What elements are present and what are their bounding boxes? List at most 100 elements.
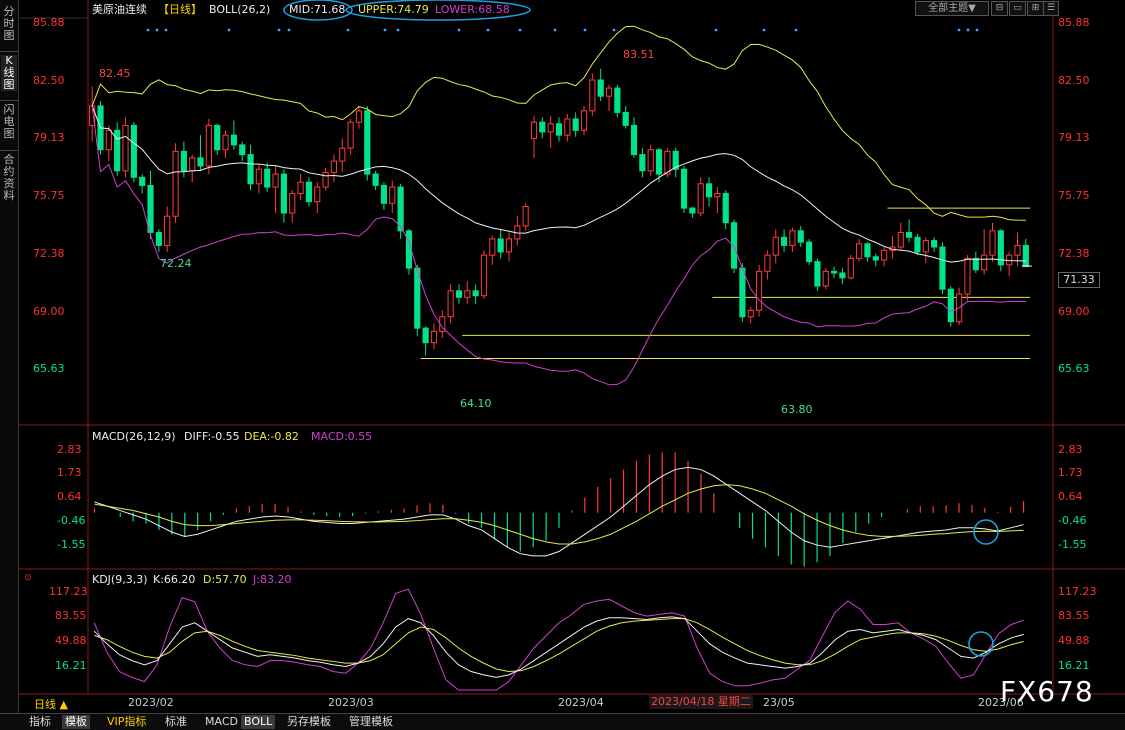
candle-body	[864, 243, 871, 258]
candle-body	[964, 257, 971, 295]
candle-body	[330, 160, 338, 173]
kdj-j-line	[93, 588, 1024, 691]
kdj-settings-icon[interactable]: ⊙	[24, 572, 32, 585]
cursor-date-tag: 2023/04/18 星期二	[649, 695, 753, 709]
candle-body	[705, 183, 713, 198]
candle-body	[505, 238, 513, 253]
price-tick-left: 69.00	[33, 305, 65, 318]
zoom-out-icon[interactable]: ⊟	[991, 1, 1008, 16]
price-tick-left: 72.38	[33, 247, 65, 260]
macd-diff-line	[94, 466, 1024, 557]
boll-label: BOLL(26,2)	[209, 3, 271, 16]
highlight-circle	[968, 631, 994, 657]
signal-dot	[164, 28, 168, 32]
candle-body	[580, 110, 588, 131]
period-label: 【日线】	[158, 3, 202, 16]
window-icon[interactable]: ▭	[1009, 1, 1026, 16]
candle-body	[380, 184, 388, 204]
candle-body	[205, 124, 212, 167]
kdj-k-line	[93, 616, 1024, 678]
candle-body	[914, 236, 921, 253]
signal-dot	[612, 28, 616, 32]
candle-body	[422, 327, 429, 344]
toolbar-standard[interactable]: 标准	[162, 715, 190, 729]
candle-body	[155, 231, 162, 246]
macd-tick-left: 0.64	[57, 490, 82, 503]
toolbar-boll[interactable]: BOLL	[241, 715, 276, 729]
candle-body	[372, 173, 379, 186]
timeframe-selector[interactable]: 日线 ▲	[34, 696, 68, 712]
candle-body	[172, 150, 179, 217]
candle-body	[697, 183, 704, 214]
candle-body	[480, 254, 488, 297]
bottom-toolbar: 指标 模板 VIP指标 标准 MACD BOLL 另存模板 管理模板	[0, 713, 1125, 730]
candle-body	[464, 290, 471, 298]
candle-body	[806, 241, 813, 263]
signal-dot	[714, 28, 718, 32]
kdj-tick-right: 49.88	[1058, 634, 1090, 647]
signal-dot	[975, 28, 979, 32]
candle-body	[614, 87, 621, 113]
current-price-tag: 71.33	[1058, 272, 1100, 288]
price-tick-left: 85.88	[33, 16, 65, 29]
toolbar-macd[interactable]: MACD	[202, 715, 241, 729]
candle-body	[455, 290, 463, 298]
candle-body	[797, 230, 804, 243]
toolbar-indicator[interactable]: 指标	[26, 715, 54, 729]
zoom-in-icon[interactable]: ⊞	[1027, 1, 1044, 16]
candle-body	[680, 168, 688, 209]
annotation-low: 72.24	[160, 257, 192, 270]
price-tick-left: 82.50	[33, 74, 65, 87]
signal-dot	[346, 28, 350, 32]
candle-body	[605, 87, 613, 97]
candle-body	[822, 270, 829, 287]
candle-body	[639, 154, 646, 172]
theme-dropdown[interactable]: 全部主题▼	[915, 1, 989, 16]
toolbar-manage-template[interactable]: 管理模板	[346, 715, 396, 729]
boll-lower-line	[91, 105, 1026, 386]
candle-body	[280, 173, 287, 214]
candle-body	[989, 230, 996, 256]
signal-dot	[396, 28, 400, 32]
kdj-tick-right: 117.23	[1058, 585, 1097, 598]
price-tick-left: 65.63	[33, 362, 65, 375]
toolbar-vip-indicator[interactable]: VIP指标	[104, 715, 149, 729]
signal-dot	[518, 28, 522, 32]
boll-upper-label: UPPER:74.79	[358, 3, 429, 16]
candle-body	[881, 249, 888, 261]
candle-body	[255, 168, 262, 185]
signal-dot	[146, 28, 150, 32]
candle-body	[747, 309, 754, 318]
candle-body	[630, 124, 638, 156]
candle-body	[522, 206, 529, 227]
candle-body	[722, 193, 729, 224]
boll-mid-label: MID:71.68	[289, 3, 346, 16]
toolbar-save-template[interactable]: 另存模板	[284, 715, 334, 729]
signal-dot	[383, 28, 387, 32]
candle-body	[139, 176, 146, 186]
menu-icon[interactable]: ☰	[1043, 1, 1059, 16]
macd-title: MACD(26,12,9)	[92, 430, 176, 443]
toolbar-template[interactable]: 模板	[62, 715, 90, 729]
signal-dot	[583, 28, 587, 32]
price-tick-right: 72.38	[1058, 247, 1090, 260]
candle-body	[305, 181, 312, 203]
price-tick-left: 75.75	[33, 189, 65, 202]
candle-body	[497, 238, 504, 253]
price-tick-right: 69.00	[1058, 305, 1090, 318]
macd-tick-right: 1.73	[1058, 466, 1083, 479]
candle-body	[239, 144, 246, 156]
annotation-high: 82.45	[99, 67, 131, 80]
signal-dot	[957, 28, 961, 32]
watermark: FX678	[1000, 675, 1094, 708]
candle-body	[597, 79, 604, 97]
kdj-tick-right: 83.55	[1058, 609, 1090, 622]
candle-body	[922, 240, 929, 253]
kdj-tick-left: 49.88	[55, 634, 87, 647]
candle-body	[447, 290, 454, 318]
candle-body	[931, 240, 938, 248]
candle-body	[555, 123, 563, 136]
chart-canvas[interactable]	[0, 0, 1125, 713]
signal-dot	[486, 28, 490, 32]
candle-body	[814, 261, 821, 287]
